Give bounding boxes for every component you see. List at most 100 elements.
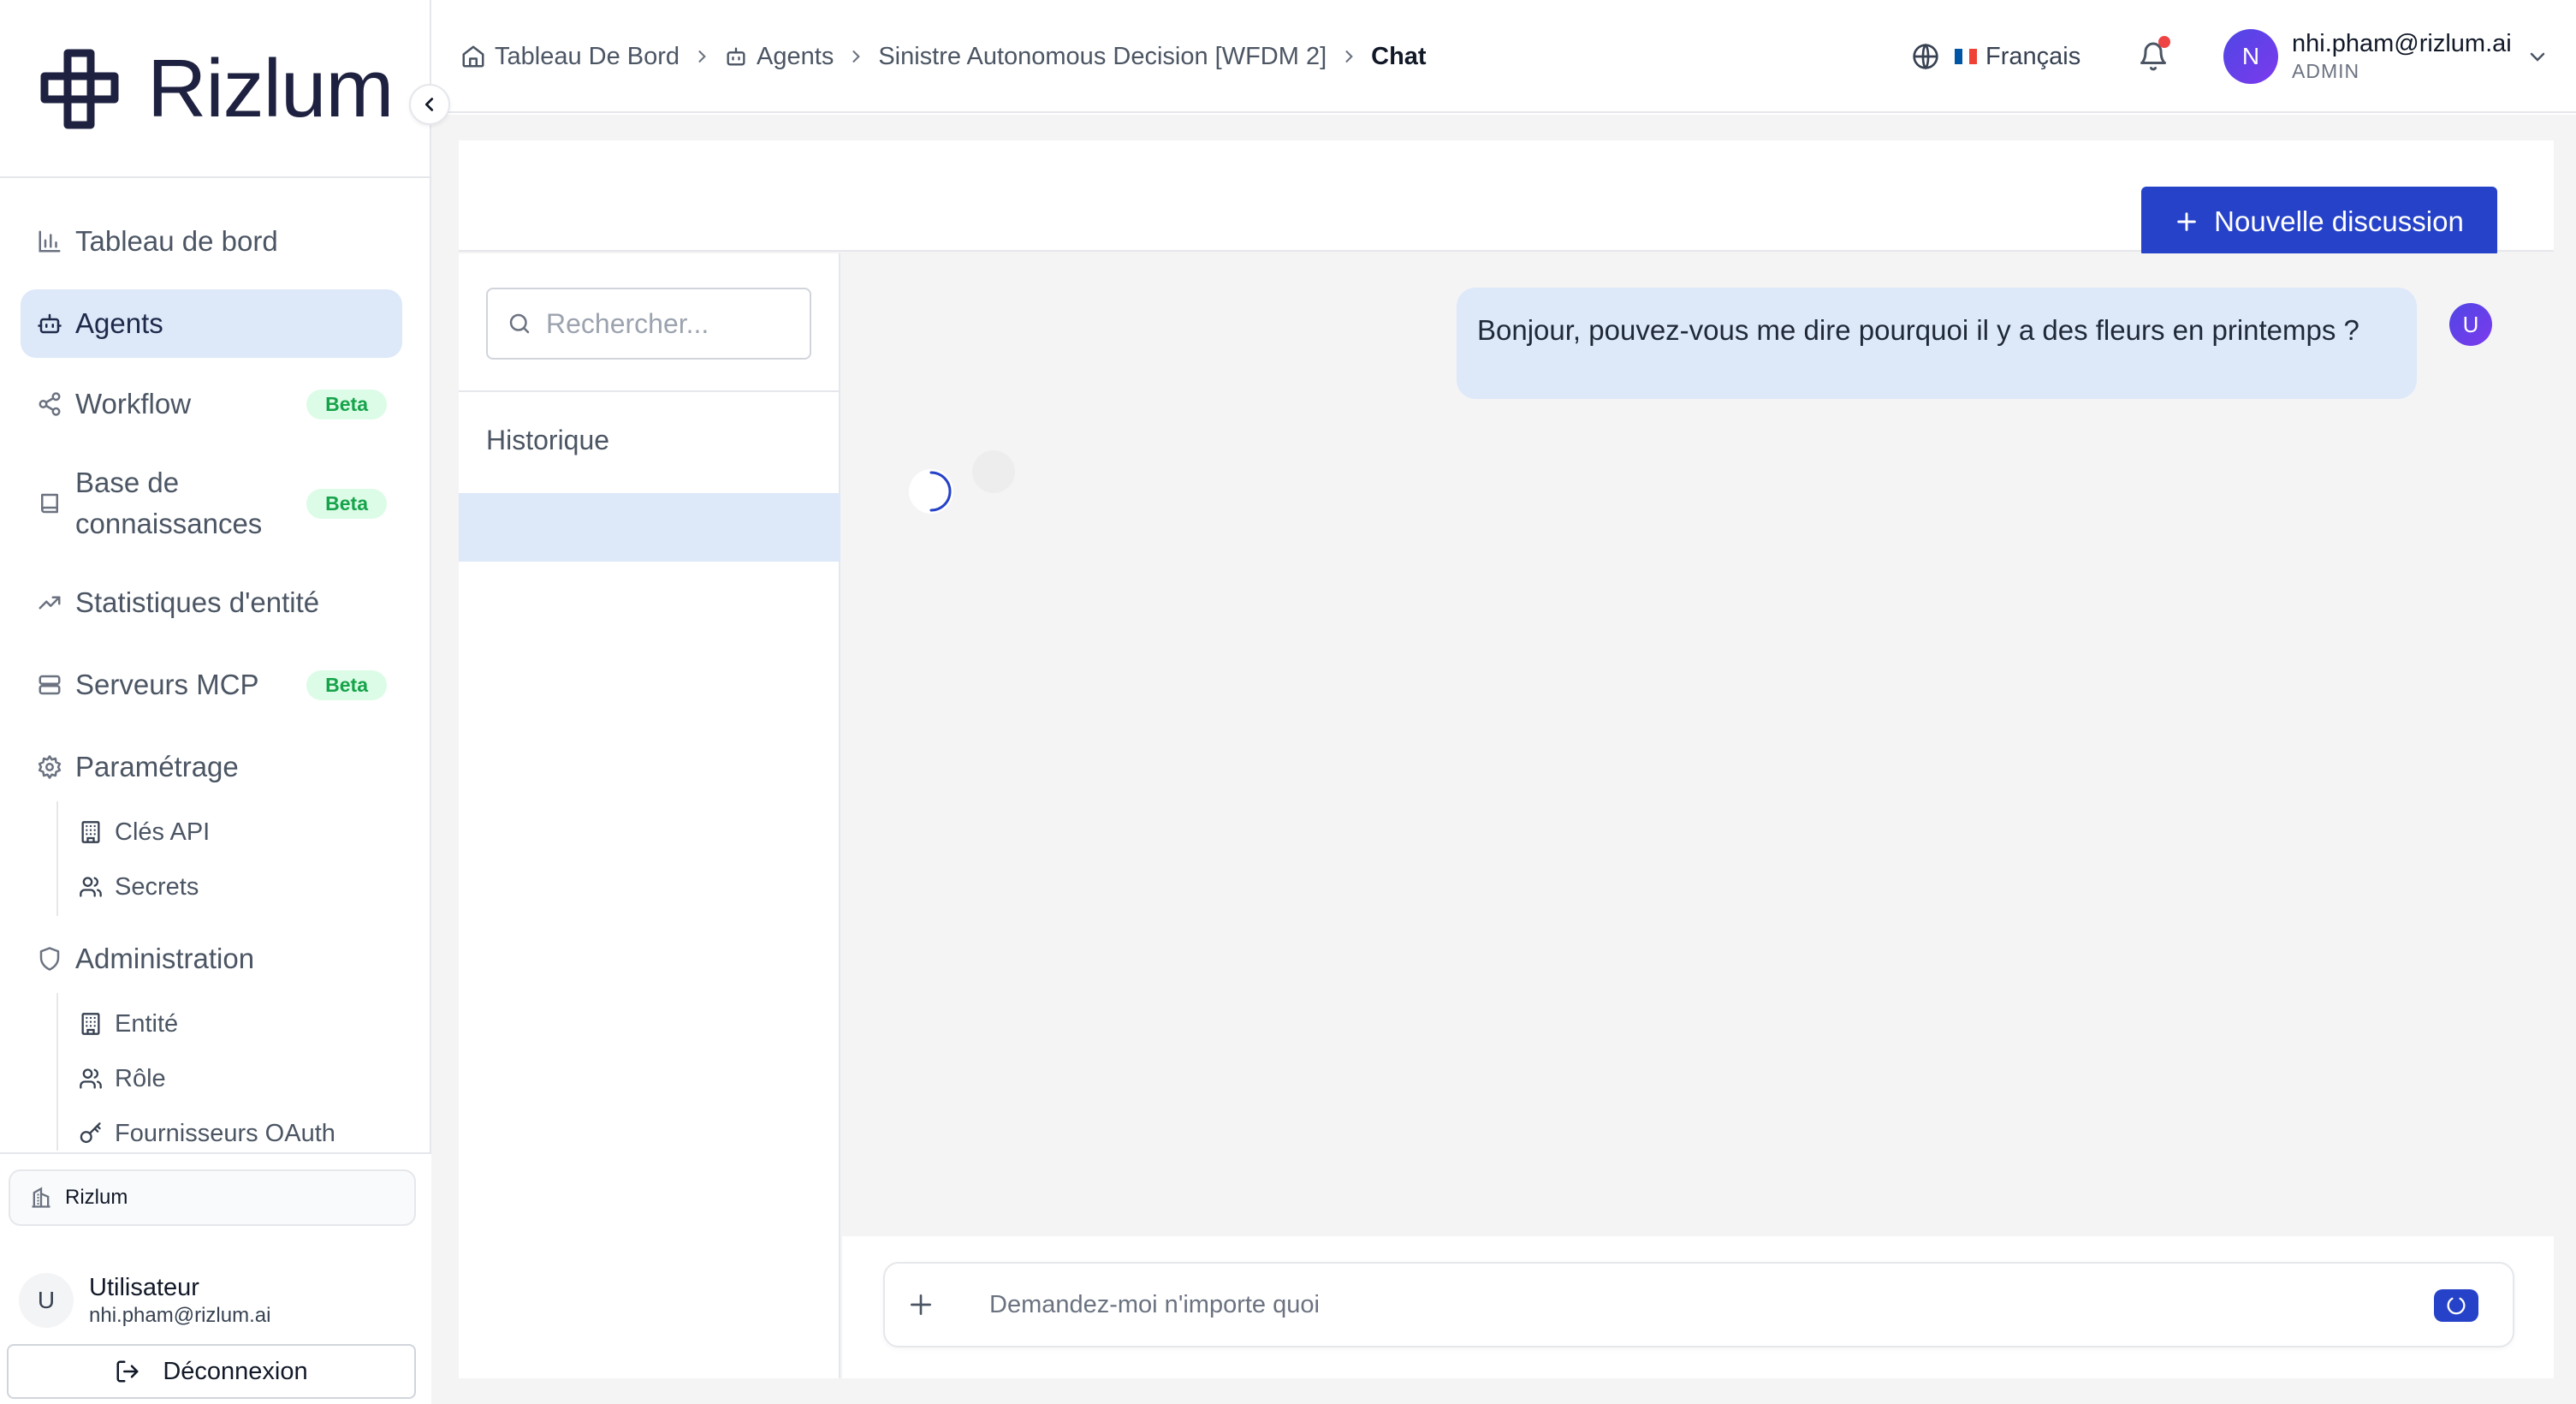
user-name: Utilisateur [89,1273,199,1301]
sidebar-item-knowledge-base[interactable]: Base de connaissances Beta [21,452,402,555]
breadcrumb-dashboard[interactable]: Tableau De Bord [460,43,680,71]
building-icon [32,1187,50,1208]
chevron-right-icon [693,48,710,65]
building-icon [81,1013,100,1035]
sidebar: Rizlum Tableau de bord Agents Workflow B… [0,0,450,1404]
rizlum-logo-icon [40,49,119,129]
sidebar-item-workflow[interactable]: Workflow Beta [21,370,402,438]
language-label: Français [1985,42,2081,70]
users-icon [80,877,102,897]
collapse-sidebar-button[interactable] [409,84,450,125]
search-icon [509,313,530,334]
bot-icon [34,308,65,339]
sidebar-nav: Tableau de bord Agents Workflow Beta Bas… [0,204,431,1151]
user-info: Utilisateur nhi.pham@rizlum.ai [89,1274,270,1328]
send-button[interactable] [2434,1289,2478,1322]
breadcrumb-label: Sinistre Autonomous Decision [WFDM 2] [878,42,1327,70]
user-role: ADMIN [2292,60,2360,82]
breadcrumb-agent[interactable]: Sinistre Autonomous Decision [WFDM 2] [878,43,1327,71]
sidebar-subitem-entity[interactable]: Entité [79,1000,404,1048]
settings-submenu: Clés API Secrets [56,801,210,916]
building-icon [81,821,100,843]
divider [459,390,840,392]
user-message: Bonjour, pouvez-vous me dire pourquoi il… [1457,288,2417,399]
admin-submenu: Entité Rôle Fournisseurs OAuth [56,993,335,1151]
beta-badge: Beta [306,488,387,519]
history-panel: Historique [459,253,840,1378]
user-meta: nhi.pham@rizlum.ai ADMIN [2292,30,2512,83]
history-item-selected[interactable] [459,493,840,562]
breadcrumb-label: Tableau De Bord [495,42,680,70]
notification-dot [2158,36,2170,48]
share-icon [34,389,65,419]
sidebar-item-label: Base de connaissances [75,467,263,539]
composer-area [842,1236,2554,1378]
message-input[interactable] [989,1290,2359,1319]
sidebar-subitem-role[interactable]: Rôle [79,1055,404,1103]
avatar: U [2449,303,2492,346]
trending-up-icon [34,587,65,618]
key-icon [80,1122,101,1144]
main-content: Nouvelle discussion Historique Bonjour, … [431,115,2576,1404]
sidebar-subitem-label: Clés API [115,818,211,846]
current-user: U Utilisateur nhi.pham@rizlum.ai [19,1267,413,1334]
chevron-right-icon [847,48,864,65]
breadcrumb: Tableau De Bord Agents Sinistre Autonomo… [460,36,1427,77]
book-icon [34,488,65,519]
server-icon [34,669,65,700]
search-input[interactable] [546,307,803,340]
breadcrumb-label: Chat [1371,42,1427,70]
chevron-right-icon [1340,48,1357,65]
sidebar-subitem-secrets[interactable]: Secrets [79,863,404,911]
sidebar-subitem-label: Entité [115,1009,179,1038]
logout-button[interactable]: Déconnexion [7,1344,416,1399]
beta-badge: Beta [306,389,387,419]
notifications-button[interactable] [2133,36,2174,77]
sidebar-subitem-oauth-providers[interactable]: Fournisseurs OAuth [79,1110,404,1151]
new-discussion-button[interactable]: Nouvelle discussion [2141,187,2497,257]
gear-icon [34,752,65,782]
sidebar-item-mcp-servers[interactable]: Serveurs MCP Beta [21,651,402,719]
sidebar-item-label: Workflow [75,388,192,419]
avatar: U [19,1273,74,1328]
home-icon [462,45,484,68]
sidebar-item-dashboard[interactable]: Tableau de bord [21,207,402,276]
loading-circle-icon [2447,1297,2466,1315]
chat-messages: Bonjour, pouvez-vous me dire pourquoi il… [842,253,2554,1236]
beta-badge: Beta [306,669,387,700]
top-bar: Tableau De Bord Agents Sinistre Autonomo… [431,0,2576,113]
user-menu[interactable]: N nhi.pham@rizlum.ai ADMIN [2223,24,2548,89]
sidebar-item-administration[interactable]: Administration [21,925,402,993]
logout-label: Déconnexion [163,1357,308,1385]
user-email: nhi.pham@rizlum.ai [2292,30,2512,57]
breadcrumb-agents[interactable]: Agents [724,43,834,71]
sidebar-item-label: Administration [75,943,255,974]
sidebar-item-agents[interactable]: Agents [21,289,402,358]
globe-icon [1913,43,1938,70]
sidebar-subitem-api-keys[interactable]: Clés API [79,808,404,856]
avatar: N [2223,29,2278,84]
new-discussion-label: Nouvelle discussion [2214,205,2464,237]
organization-switcher[interactable]: Rizlum [9,1169,416,1226]
spinner-icon [929,471,952,512]
sidebar-footer: Rizlum U Utilisateur nhi.pham@rizlum.ai … [0,1152,431,1404]
language-switcher[interactable]: Français [1912,36,2080,77]
organization-name: Rizlum [65,1186,128,1209]
bot-icon [727,47,745,66]
shield-icon [34,943,65,974]
france-flag-icon [1955,49,1978,64]
history-search[interactable] [486,288,811,360]
attach-button[interactable] [900,1284,941,1325]
breadcrumb-current: Chat [1371,43,1426,71]
breadcrumb-label: Agents [757,42,834,70]
loading-indicator [909,469,953,514]
bar-chart-icon [34,226,65,257]
sidebar-item-entity-stats[interactable]: Statistiques d'entité [21,568,402,637]
logo-area: Rizlum [0,0,431,178]
message-composer [883,1262,2514,1347]
sidebar-item-settings[interactable]: Paramétrage [21,733,402,801]
chevron-left-icon [424,98,434,111]
plus-icon [2177,212,2196,231]
loading-dot [972,450,1015,493]
sidebar-item-label: Agents [75,307,163,339]
